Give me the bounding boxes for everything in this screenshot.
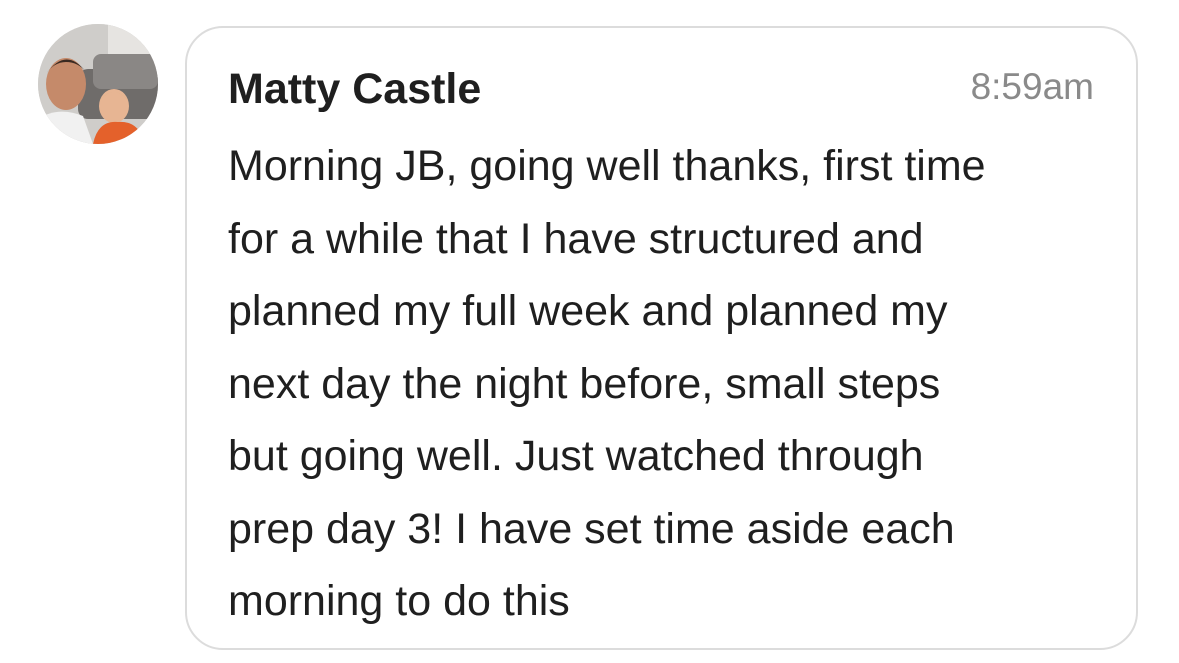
avatar-photo bbox=[38, 24, 158, 144]
message-bubble: Matty Castle 8:59am Morning JB, going we… bbox=[185, 26, 1138, 650]
sender-name[interactable]: Matty Castle bbox=[228, 64, 481, 114]
message-timestamp: 8:59am bbox=[970, 66, 1094, 107]
avatar[interactable] bbox=[38, 24, 158, 144]
message-text: Morning JB, going well thanks, first tim… bbox=[228, 142, 986, 625]
